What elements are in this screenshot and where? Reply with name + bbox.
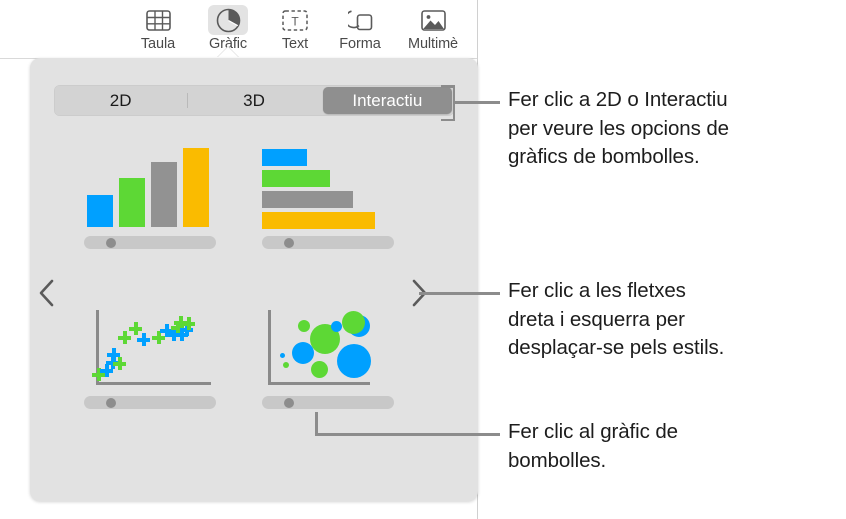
bubble [342, 311, 365, 334]
bubble [337, 344, 371, 378]
callout-1-line-3: gràfics de bombolles. [508, 145, 700, 168]
toolbar-label-taula: Taula [140, 36, 176, 52]
bubble [311, 361, 328, 378]
segment-2d[interactable]: 2D [56, 87, 185, 114]
scatter-x-axis [96, 382, 211, 385]
thumbnail-slider-bar[interactable] [262, 236, 394, 249]
scatter-chart-art [74, 300, 226, 392]
callout-bubble-chart: Fer clic al gràfic de bombolles. [508, 418, 678, 475]
chart-pie-icon [208, 5, 248, 35]
thumbnail-bubble-chart[interactable] [252, 300, 404, 418]
bubble [298, 320, 310, 332]
callout-3-leader-vertical [315, 412, 318, 435]
toolbar-item-taula[interactable]: Taula [125, 4, 191, 56]
callout-2-line-3: desplaçar-se pels estils. [508, 336, 725, 359]
column-bar-1 [87, 195, 113, 227]
segment-interactiu[interactable]: Interactiu [322, 87, 452, 114]
toolbar-item-text[interactable]: T Text [262, 4, 328, 56]
thumbnail-bar-chart[interactable] [252, 140, 404, 258]
popover-pointer-arrow [217, 47, 239, 58]
callout-2-line-1: Fer clic a les fletxes [508, 279, 686, 302]
slider-knob[interactable] [106, 397, 116, 408]
media-image-icon [413, 5, 453, 35]
callout-1-line-2: per veure les opcions de [508, 116, 729, 140]
segment-3d-label: 3D [243, 90, 265, 110]
column-bar-2 [119, 178, 145, 227]
column-bar-3 [151, 162, 177, 227]
callout-1-leader-line [455, 101, 500, 104]
bar-row-1 [262, 149, 307, 166]
toolbar-label-text: Text [281, 36, 309, 52]
column-bar-4 [183, 148, 209, 227]
toolbar-label-multimedia: Multimè [407, 36, 459, 52]
bubble-y-axis [268, 310, 271, 384]
thumbnail-slider-bubble[interactable] [262, 396, 394, 409]
slider-knob[interactable] [284, 237, 294, 248]
slider-knob[interactable] [106, 237, 116, 248]
table-icon [138, 5, 178, 35]
callout-3-line-2: bombolles. [508, 448, 607, 472]
segment-divider [187, 93, 189, 108]
toolbar-item-multimedia[interactable]: Multimè [400, 4, 466, 56]
bubble [283, 362, 289, 368]
thumbnail-slider-scatter[interactable] [84, 396, 216, 409]
thumbnail-column-chart[interactable] [74, 140, 226, 258]
toolbar-label-forma: Forma [339, 36, 381, 52]
bar-row-3 [262, 191, 353, 208]
svg-text:T: T [291, 14, 299, 28]
bubble-chart-art [252, 300, 404, 392]
bubble-x-axis [268, 382, 370, 385]
bubble [331, 321, 342, 332]
bar-row-2 [262, 170, 330, 187]
callout-1-bracket-bottom [441, 118, 455, 121]
callout-3-line-1: Fer clic al gràfic de [508, 420, 678, 443]
segment-3d[interactable]: 3D [187, 87, 318, 114]
callout-nav-arrows: Fer clic a les fletxes dreta i esquerra … [508, 277, 724, 363]
text-box-icon: T [275, 5, 315, 35]
chart-dimension-segmented-control[interactable]: 2D 3D Interactiu [54, 85, 454, 116]
callout-2-line-2: dreta i esquerra per [508, 307, 685, 331]
bubble [280, 353, 285, 358]
chevron-left-icon [39, 279, 54, 307]
column-chart-art [74, 140, 226, 232]
slider-knob[interactable] [284, 397, 294, 408]
toolbar-item-forma[interactable]: Forma [327, 4, 393, 56]
prev-style-arrow-button[interactable] [34, 276, 60, 310]
callout-2-leader-line [419, 292, 500, 295]
thumbnail-scatter-chart[interactable] [74, 300, 226, 418]
bar-row-4 [262, 212, 375, 229]
callout-1-line-1: Fer clic a 2D o Interactiu [508, 88, 728, 111]
callout-chart-type-tabs: Fer clic a 2D o Interactiu per veure les… [508, 86, 729, 172]
bar-chart-art [252, 140, 404, 232]
thumbnail-slider-column[interactable] [84, 236, 216, 249]
app-toolbar: Taula Gràfic T Text Forma Multimè [0, 0, 478, 59]
callout-3-leader-horizontal [315, 433, 500, 436]
shapes-icon [340, 5, 380, 35]
